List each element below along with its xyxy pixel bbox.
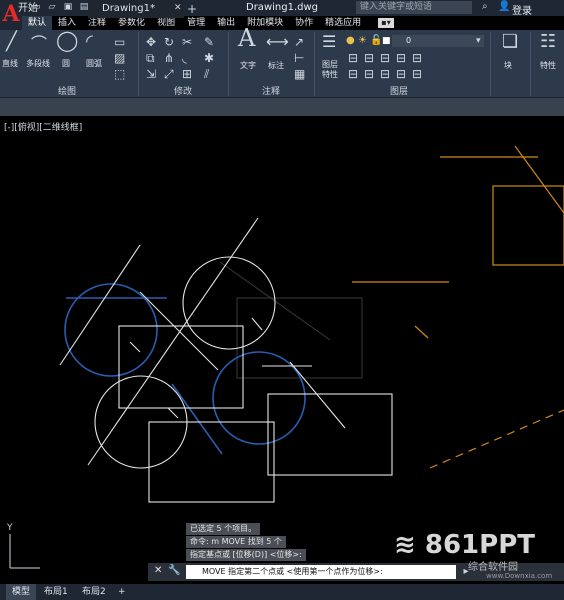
command-input[interactable]: MOVE 指定第二个点或 <使用第一个点作为位移>: (186, 565, 456, 579)
command-prompt-text: MOVE 指定第二个点或 <使用第一个点作为位移>: (202, 567, 383, 576)
moved-line[interactable] (289, 361, 346, 429)
watermark-logo: ≋ 861PPT (394, 530, 535, 560)
watermark-brand: 861PPT (424, 530, 535, 560)
layout-tab-layout1[interactable]: 布局1 (38, 584, 74, 600)
moved-line[interactable] (129, 341, 141, 353)
moved-line[interactable] (139, 291, 219, 371)
command-history-line: 命令: m MOVE 找到 5 个 (186, 536, 286, 548)
ucs-y-label: Y (6, 523, 13, 533)
moved-circle[interactable] (182, 256, 276, 350)
customize-icon[interactable]: 🔧 (168, 565, 180, 576)
moved-line[interactable] (251, 317, 263, 331)
layout-tab-model[interactable]: 模型 (6, 584, 37, 600)
layout-tab-layout2[interactable]: 布局2 (76, 584, 112, 600)
ucs-icon (9, 534, 40, 569)
orange-line[interactable] (414, 325, 429, 339)
watermark-url: www.Downxia.com (486, 572, 553, 580)
add-layout-icon[interactable]: + (112, 584, 132, 600)
selected-line[interactable] (171, 383, 223, 455)
command-history-line: 指定基点或 [位移(D)] <位移>: (186, 549, 306, 561)
watermark-sub: 综合软件园 (468, 562, 518, 573)
moved-line[interactable] (167, 407, 179, 419)
orange-dashed-line[interactable] (429, 409, 564, 469)
drawing-geometry[interactable]: Y (0, 0, 564, 600)
stack-icon: ≋ (394, 530, 416, 560)
close-icon[interactable]: ✕ (154, 565, 162, 576)
moved-rectangle[interactable] (148, 421, 275, 503)
orange-line[interactable] (514, 145, 564, 214)
moved-line[interactable] (87, 217, 259, 466)
command-history-line: 已选定 5 个项目。 (186, 523, 261, 535)
